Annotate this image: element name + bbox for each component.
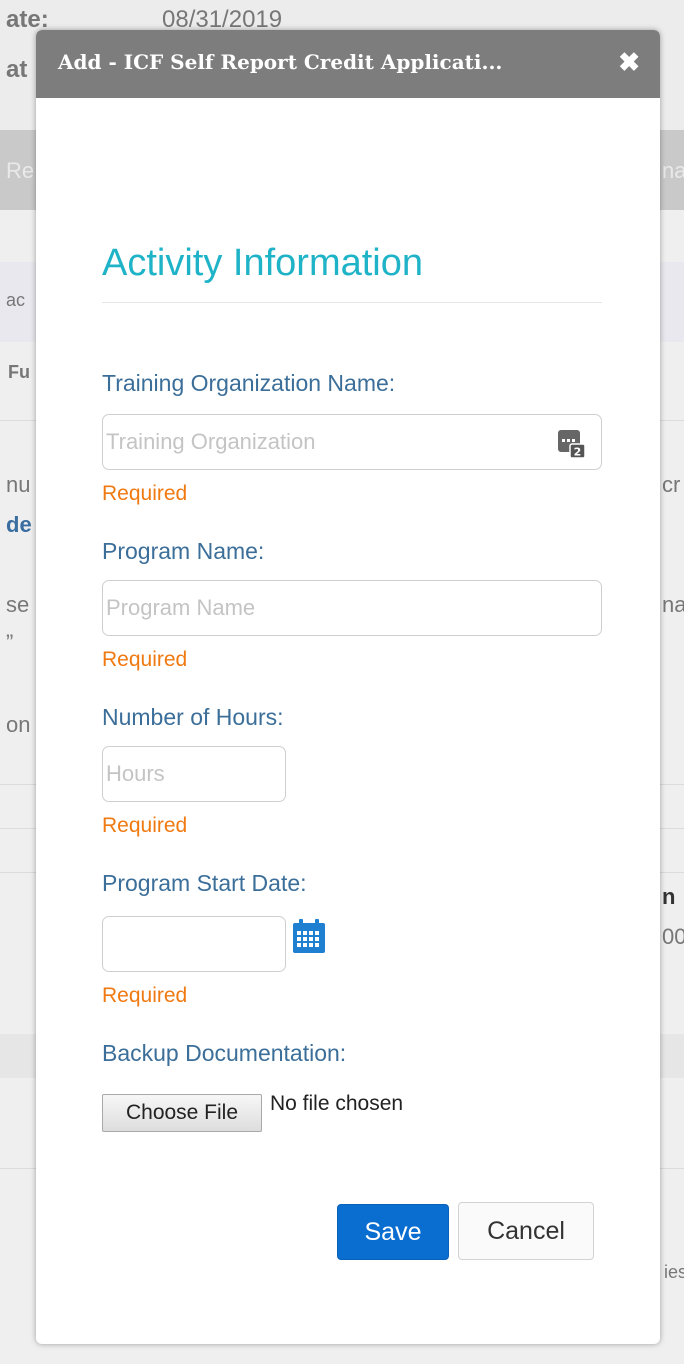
- bg-row-fragment-3-right: cr: [662, 472, 681, 497]
- training-org-label: Training Organization Name:: [102, 370, 396, 396]
- section-divider: [102, 302, 602, 303]
- bg-header-left: Re: [6, 158, 35, 183]
- section-title: Activity Information: [102, 242, 423, 284]
- bg-row-fragment-1: ac: [6, 290, 26, 310]
- bg-row-fragment-7: on: [6, 712, 31, 737]
- training-org-required: Required: [102, 482, 188, 505]
- add-credit-application-modal: Add - ICF Self Report Credit Applicati..…: [36, 30, 660, 1344]
- hours-input[interactable]: [102, 746, 286, 802]
- calendar-icon[interactable]: [292, 918, 326, 954]
- bg-header-right: na: [662, 158, 684, 183]
- program-name-input[interactable]: [102, 580, 602, 636]
- hours-required: Required: [102, 814, 188, 837]
- bg-row-fragment-9: 00: [662, 924, 684, 949]
- svg-text:2: 2: [574, 446, 582, 459]
- start-date-label: Program Start Date:: [102, 870, 307, 896]
- start-date-required: Required: [102, 984, 188, 1007]
- file-status-text: No file chosen: [270, 1092, 404, 1115]
- bg-row-fragment-2: Fu: [8, 362, 30, 382]
- bg-row-fragment-10: ies: [664, 1262, 684, 1282]
- bg-row-fragment-3: nu: [6, 472, 31, 497]
- modal-header: Add - ICF Self Report Credit Applicati..…: [36, 30, 660, 98]
- program-name-label: Program Name:: [102, 538, 265, 564]
- bg-row-fragment-8: n: [662, 884, 676, 909]
- choose-file-button[interactable]: Choose File: [102, 1094, 262, 1132]
- training-org-input[interactable]: [102, 414, 602, 470]
- lookup-icon[interactable]: 2: [556, 428, 588, 460]
- save-button[interactable]: Save: [337, 1204, 449, 1260]
- modal-title: Add - ICF Self Report Credit Applicati..…: [58, 50, 503, 74]
- bg-row-fragment-5: se: [6, 592, 30, 617]
- bg-status-label: at: [6, 56, 28, 83]
- close-icon[interactable]: ✖: [618, 48, 640, 76]
- cancel-button[interactable]: Cancel: [458, 1202, 594, 1260]
- backup-doc-label: Backup Documentation:: [102, 1040, 347, 1066]
- hours-label: Number of Hours:: [102, 704, 284, 730]
- bg-row-fragment-5-right: na: [662, 592, 684, 617]
- bg-row-fragment-4: de: [6, 512, 32, 537]
- start-date-input[interactable]: [102, 916, 286, 972]
- program-name-required: Required: [102, 648, 188, 671]
- bg-row-fragment-6: ”: [6, 630, 14, 655]
